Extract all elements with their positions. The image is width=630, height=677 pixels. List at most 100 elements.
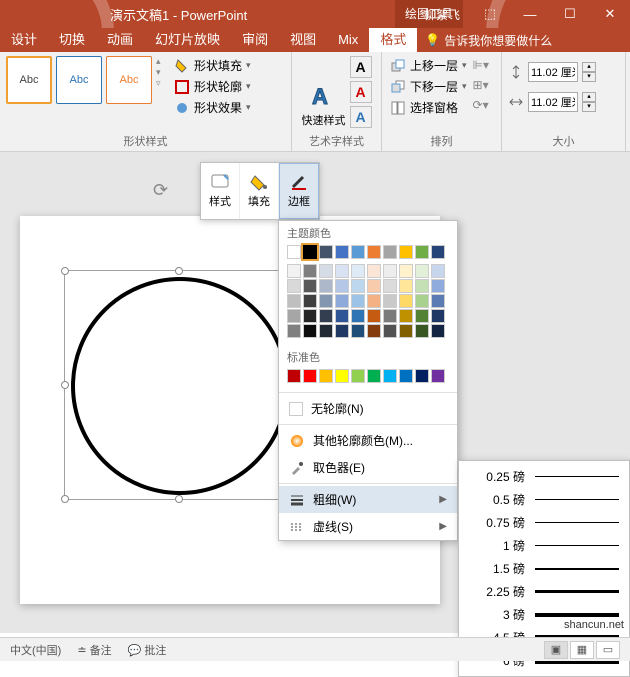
color-swatch[interactable] [287, 369, 301, 383]
weight-option[interactable]: 1.5 磅 [459, 557, 629, 580]
color-swatch[interactable] [367, 369, 381, 383]
color-swatch[interactable] [415, 264, 429, 278]
more-colors-item[interactable]: 其他轮廓颜色(M)... [279, 427, 457, 454]
color-swatch[interactable] [415, 294, 429, 308]
weight-option[interactable]: 0.5 磅 [459, 488, 629, 511]
color-swatch[interactable] [335, 294, 349, 308]
resize-handle[interactable] [61, 381, 69, 389]
color-swatch[interactable] [415, 369, 429, 383]
color-swatch[interactable] [399, 294, 413, 308]
tab-动画[interactable]: 动画 [96, 28, 144, 52]
weight-option[interactable]: 1 磅 [459, 534, 629, 557]
color-swatch[interactable] [287, 264, 301, 278]
color-swatch[interactable] [415, 245, 429, 259]
color-swatch[interactable] [287, 245, 301, 259]
weight-item[interactable]: 粗细(W)▶ [279, 486, 457, 513]
color-swatch[interactable] [287, 279, 301, 293]
color-swatch[interactable] [351, 309, 365, 323]
color-swatch[interactable] [399, 369, 413, 383]
shape-height-input[interactable] [528, 62, 578, 82]
resize-handle[interactable] [175, 267, 183, 275]
weight-option[interactable]: 2.25 磅 [459, 580, 629, 603]
restore-button[interactable]: ☐ [550, 0, 590, 28]
color-swatch[interactable] [319, 245, 333, 259]
color-swatch[interactable] [431, 294, 445, 308]
color-swatch[interactable] [431, 324, 445, 338]
color-swatch[interactable] [399, 264, 413, 278]
ribbon-options-icon[interactable]: ⬚ [470, 0, 510, 28]
send-backward-button[interactable]: 下移一层 [388, 77, 469, 96]
text-fill-button[interactable]: A [350, 56, 372, 78]
tab-幻灯片放映[interactable]: 幻灯片放映 [144, 28, 231, 52]
height-spinner[interactable]: ▴▾ [582, 62, 596, 82]
tab-格式[interactable]: 格式 [369, 28, 417, 52]
close-button[interactable]: ✕ [590, 0, 630, 28]
color-swatch[interactable] [319, 369, 333, 383]
reading-view-button[interactable]: ▭ [596, 641, 620, 659]
color-swatch[interactable] [383, 369, 397, 383]
notes-button[interactable]: ≐ 备注 [77, 642, 111, 658]
color-swatch[interactable] [351, 264, 365, 278]
color-swatch[interactable] [287, 324, 301, 338]
color-swatch[interactable] [287, 309, 301, 323]
color-swatch[interactable] [399, 245, 413, 259]
oval-shape[interactable] [71, 277, 289, 495]
color-swatch[interactable] [303, 264, 317, 278]
color-swatch[interactable] [431, 245, 445, 259]
tab-切换[interactable]: 切换 [48, 28, 96, 52]
resize-handle[interactable] [61, 267, 69, 275]
color-swatch[interactable] [351, 245, 365, 259]
shape-outline-button[interactable]: 形状轮廓 [172, 77, 253, 96]
color-swatch[interactable] [335, 279, 349, 293]
color-swatch[interactable] [431, 309, 445, 323]
color-swatch[interactable] [383, 279, 397, 293]
color-swatch[interactable] [367, 324, 381, 338]
color-swatch[interactable] [335, 324, 349, 338]
tell-me-input[interactable]: 💡告诉我你想要做什么 [417, 28, 560, 52]
color-swatch[interactable] [351, 324, 365, 338]
color-swatch[interactable] [415, 324, 429, 338]
color-swatch[interactable] [319, 279, 333, 293]
user-name[interactable]: 柳絮飞 [424, 6, 460, 23]
normal-view-button[interactable]: ▣ [544, 641, 568, 659]
shape-style-preset-2[interactable]: Abc [56, 56, 102, 104]
quick-styles-button[interactable]: A 快速样式 [302, 84, 346, 128]
shape-width-input[interactable] [528, 92, 578, 112]
color-swatch[interactable] [319, 309, 333, 323]
language-indicator[interactable]: 中文(中国) [10, 642, 61, 658]
dashes-item[interactable]: 虚线(S)▶ [279, 513, 457, 540]
color-swatch[interactable] [351, 279, 365, 293]
color-swatch[interactable] [383, 324, 397, 338]
color-swatch[interactable] [367, 279, 381, 293]
color-swatch[interactable] [303, 324, 317, 338]
selection-pane-button[interactable]: 选择窗格 [388, 98, 469, 117]
align-button[interactable]: ⊫▾ [473, 58, 489, 72]
color-swatch[interactable] [383, 245, 397, 259]
color-swatch[interactable] [399, 279, 413, 293]
width-spinner[interactable]: ▴▾ [582, 92, 596, 112]
shape-style-preset-3[interactable]: Abc [106, 56, 152, 104]
color-swatch[interactable] [383, 309, 397, 323]
shape-style-preset-1[interactable]: Abc [6, 56, 52, 104]
color-swatch[interactable] [415, 309, 429, 323]
shape-fill-button[interactable]: 形状填充 [172, 56, 253, 75]
color-swatch[interactable] [319, 294, 333, 308]
color-swatch[interactable] [431, 264, 445, 278]
tab-设计[interactable]: 设计 [0, 28, 48, 52]
color-swatch[interactable] [367, 245, 381, 259]
rotate-button[interactable]: ⟳▾ [473, 98, 489, 112]
weight-option[interactable]: 0.75 磅 [459, 511, 629, 534]
color-swatch[interactable] [351, 369, 365, 383]
color-swatch[interactable] [399, 324, 413, 338]
style-gallery-scroll[interactable]: ▴▾▿ [156, 56, 168, 89]
bring-forward-button[interactable]: 上移一层 [388, 56, 469, 75]
no-outline-item[interactable]: 无轮廓(N) [279, 395, 457, 422]
color-swatch[interactable] [335, 264, 349, 278]
text-outline-button[interactable]: A [350, 81, 372, 103]
color-swatch[interactable] [383, 264, 397, 278]
mini-style-button[interactable]: 样式 [201, 163, 240, 219]
weight-option[interactable]: 0.25 磅 [459, 465, 629, 488]
color-swatch[interactable] [303, 369, 317, 383]
tab-审阅[interactable]: 审阅 [231, 28, 279, 52]
color-swatch[interactable] [303, 309, 317, 323]
